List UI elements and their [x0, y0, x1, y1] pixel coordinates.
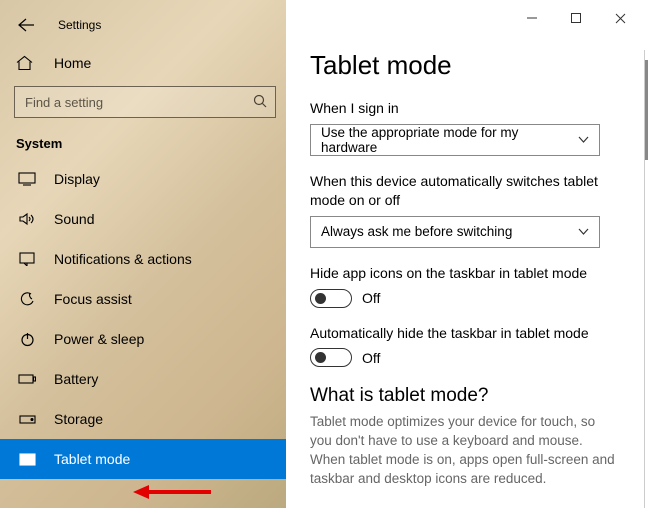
auto-switch-dropdown[interactable]: Always ask me before switching — [310, 216, 600, 248]
chevron-down-icon — [578, 224, 589, 239]
sidebar-item-display[interactable]: Display — [0, 159, 286, 199]
nav-label: Storage — [54, 411, 103, 427]
nav-label: Tablet mode — [54, 451, 130, 467]
sidebar-item-home[interactable]: Home — [0, 44, 286, 82]
search-icon — [253, 94, 267, 111]
hide-icons-state: Off — [362, 290, 380, 306]
page-title: Tablet mode — [310, 50, 620, 81]
section-header: System — [0, 126, 286, 159]
hide-icons-toggle[interactable] — [310, 289, 352, 308]
sidebar-item-notifications[interactable]: Notifications & actions — [0, 239, 286, 279]
app-title: Settings — [58, 18, 101, 32]
minimize-button[interactable] — [510, 4, 554, 32]
sidebar-item-sound[interactable]: Sound — [0, 199, 286, 239]
nav-label: Notifications & actions — [54, 251, 192, 267]
auto-hide-taskbar-state: Off — [362, 350, 380, 366]
display-icon — [16, 170, 38, 188]
nav-label: Battery — [54, 371, 98, 387]
auto-hide-taskbar-toggle[interactable] — [310, 348, 352, 367]
sidebar-item-tablet-mode[interactable]: Tablet mode — [0, 439, 286, 479]
scrollbar[interactable] — [644, 50, 648, 508]
chevron-down-icon — [578, 132, 589, 147]
nav-list: Display Sound Notifications & actions Fo… — [0, 159, 286, 508]
info-heading: What is tablet mode? — [310, 385, 620, 407]
tablet-mode-icon — [16, 450, 38, 468]
close-button[interactable] — [598, 4, 642, 32]
auto-switch-dropdown-value: Always ask me before switching — [321, 224, 512, 239]
main-panel: Tablet mode When I sign in Use the appro… — [286, 0, 648, 508]
storage-icon — [16, 410, 38, 428]
sidebar: Settings Home System — [0, 0, 286, 508]
home-icon — [16, 55, 38, 71]
back-icon[interactable] — [18, 18, 40, 32]
nav-label: Power & sleep — [54, 331, 144, 347]
nav-label: Focus assist — [54, 291, 132, 307]
auto-switch-label: When this device automatically switches … — [310, 172, 620, 210]
sidebar-item-storage[interactable]: Storage — [0, 399, 286, 439]
info-text: Tablet mode optimizes your device for to… — [310, 413, 620, 489]
signin-dropdown[interactable]: Use the appropriate mode for my hardware — [310, 124, 600, 156]
sidebar-item-focus-assist[interactable]: Focus assist — [0, 279, 286, 319]
search-input[interactable] — [14, 86, 276, 118]
sidebar-item-power-sleep[interactable]: Power & sleep — [0, 319, 286, 359]
notifications-icon — [16, 250, 38, 268]
auto-hide-taskbar-label: Automatically hide the taskbar in tablet… — [310, 324, 620, 343]
signin-dropdown-value: Use the appropriate mode for my hardware — [321, 125, 578, 155]
search-field[interactable] — [25, 95, 253, 110]
power-icon — [16, 330, 38, 348]
home-label: Home — [54, 55, 91, 71]
signin-label: When I sign in — [310, 99, 620, 118]
sound-icon — [16, 210, 38, 228]
focus-assist-icon — [16, 290, 38, 308]
hide-icons-label: Hide app icons on the taskbar in tablet … — [310, 264, 620, 283]
battery-icon — [16, 370, 38, 388]
window-controls — [510, 4, 642, 32]
sidebar-item-battery[interactable]: Battery — [0, 359, 286, 399]
nav-label: Sound — [54, 211, 94, 227]
maximize-button[interactable] — [554, 4, 598, 32]
nav-label: Display — [54, 171, 100, 187]
